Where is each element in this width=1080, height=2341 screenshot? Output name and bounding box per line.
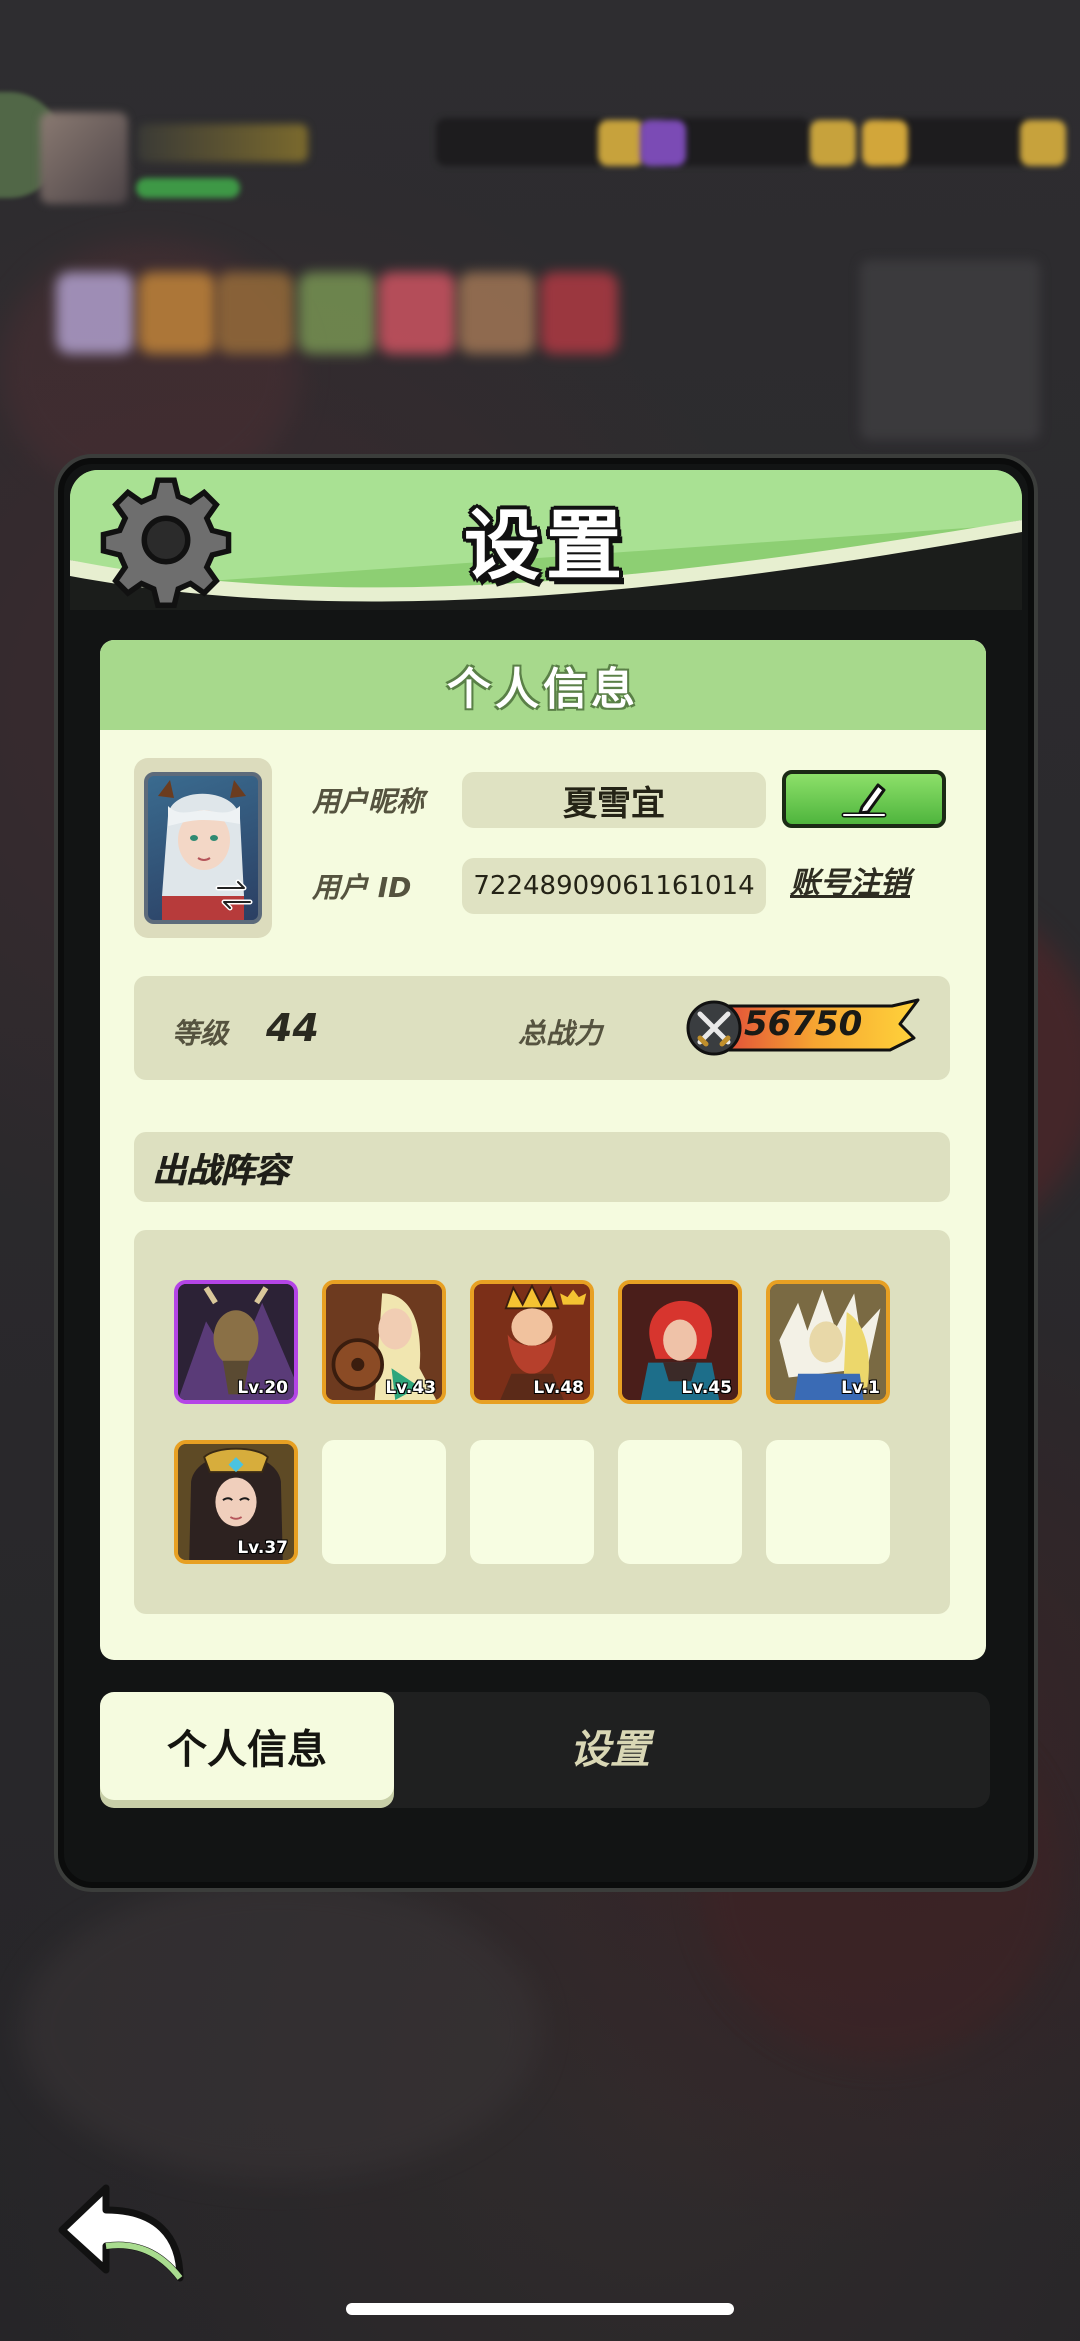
section-title: 个人信息 [100,640,986,730]
lineup-grid: Lv.20 Lv.43 Lv.48 Lv.45 Lv.1 Lv.37 [134,1230,950,1614]
profile-panel: 个人信息 用户昵称 夏雪宜 用户 ID 72248909061161014 账号… [100,640,986,1660]
lineup-title: 出战阵容 [134,1132,950,1202]
empty-hero-slot[interactable] [470,1440,594,1564]
hero-slot[interactable]: Lv.37 [174,1440,298,1564]
edit-nickname-button[interactable] [782,770,946,828]
stats-row: 等级 44 总战力 56750 [134,976,950,1080]
hero-slot[interactable]: Lv.1 [766,1280,890,1404]
hero-slot[interactable]: Lv.43 [322,1280,446,1404]
swap-arrows-icon[interactable] [214,878,254,912]
settings-dialog: 设置 个人信息 用户昵称 夏雪宜 用户 ID 72248909061161014… [58,458,1034,1888]
hero-slot[interactable]: Lv.45 [618,1280,742,1404]
delete-account-link[interactable]: 账号注销 [790,858,910,902]
hero-level: Lv.1 [841,1378,880,1398]
hero-slot[interactable]: Lv.48 [470,1280,594,1404]
dialog-title: 设置 [464,501,628,590]
pencil-icon [841,783,887,818]
home-indicator[interactable] [346,2303,734,2315]
back-arrow-icon[interactable] [56,2180,196,2284]
hero-level: Lv.45 [681,1378,732,1398]
empty-hero-slot[interactable] [618,1440,742,1564]
level-label: 等级 [172,1017,229,1050]
hero-level: Lv.20 [237,1378,288,1398]
empty-hero-slot[interactable] [766,1440,890,1564]
tab-bar: 个人信息 设置 [100,1692,990,1808]
power-label: 总战力 [518,1017,603,1050]
tab-profile[interactable]: 个人信息 [100,1692,394,1800]
tab-settings[interactable]: 设置 [490,1692,730,1800]
user-id-field: 72248909061161014 [462,858,766,914]
level-value: 44 [266,1006,319,1050]
hero-level: Lv.43 [385,1378,436,1398]
nickname-field: 夏雪宜 [462,772,766,828]
hero-level: Lv.37 [237,1538,288,1558]
user-id-label: 用户 ID [312,871,412,904]
empty-hero-slot[interactable] [322,1440,446,1564]
avatar[interactable] [134,758,272,938]
hero-level: Lv.48 [533,1378,584,1398]
power-value: 56750 [744,1004,863,1044]
hero-slot[interactable]: Lv.20 [174,1280,298,1404]
nickname-label: 用户昵称 [312,785,425,818]
